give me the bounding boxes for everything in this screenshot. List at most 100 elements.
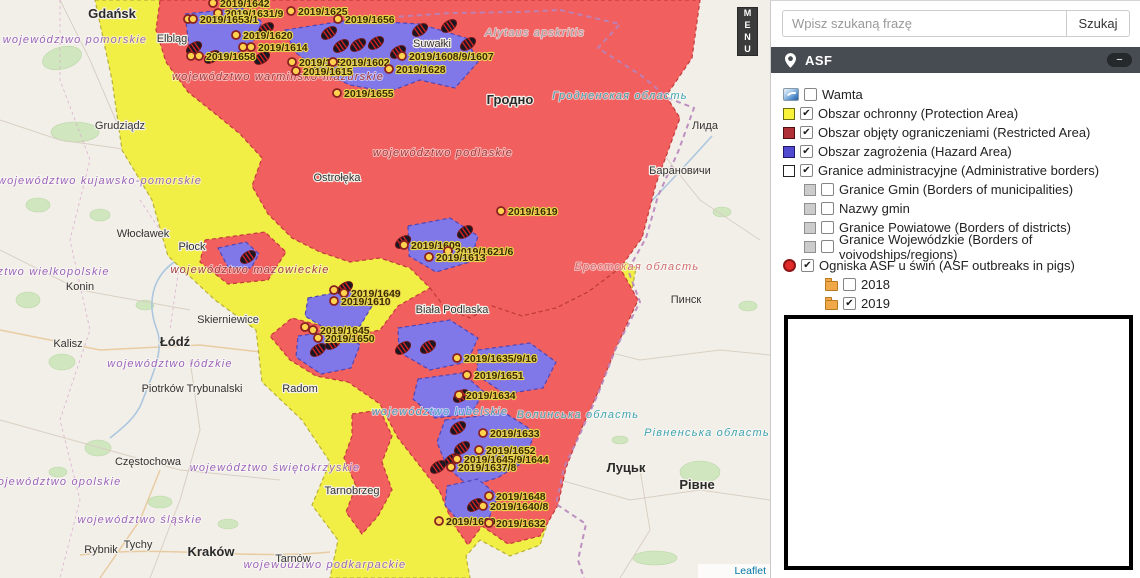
outbreak-marker[interactable]	[288, 58, 296, 66]
region-label: Alytaus apskritis	[484, 27, 585, 39]
layer-checkbox-9[interactable]: ✔	[801, 259, 814, 272]
layer-label: 2018	[861, 277, 890, 292]
outbreak-marker[interactable]	[195, 52, 203, 60]
layer-label: Granice administracyjne (Administrative …	[818, 163, 1099, 178]
outbreak-marker[interactable]	[479, 429, 487, 437]
city-label: Włocławek	[117, 228, 170, 240]
layer-row-11[interactable]: ✔ 2019	[771, 294, 1140, 313]
region-label: województwo podkarpackie	[244, 559, 407, 571]
city-label: Łódź	[160, 334, 191, 349]
layer-label: Obszar ochronny (Protection Area)	[818, 106, 1018, 121]
outbreak-marker[interactable]	[334, 15, 342, 23]
layer-checkbox-5[interactable]	[821, 183, 834, 196]
outbreak-dot[interactable]	[239, 43, 247, 51]
outbreak-marker[interactable]	[485, 519, 493, 527]
outbreak-marker[interactable]	[329, 58, 337, 66]
outbreak-marker[interactable]	[309, 326, 317, 334]
outbreak-dot[interactable]	[187, 52, 195, 60]
layer-checkbox-8[interactable]	[821, 240, 834, 253]
menu-tab[interactable]: MENU	[737, 7, 758, 56]
outbreak-marker[interactable]	[247, 43, 255, 51]
outbreak-label: 2019/1615	[303, 66, 353, 78]
outbreak-label: 2019/1614	[258, 42, 308, 54]
outbreak-label: 2019/1632	[496, 518, 546, 530]
layer-label: 2019	[861, 296, 890, 311]
layer-checkbox-3[interactable]: ✔	[800, 145, 813, 158]
city-label: Пинск	[671, 294, 702, 306]
layer-list: Wamta✔Obszar ochronny (Protection Area)✔…	[771, 85, 1140, 313]
outbreak-marker[interactable]	[479, 502, 487, 510]
panel-title: ASF	[805, 53, 833, 68]
outbreak-marker[interactable]	[475, 446, 483, 454]
sidebar: Szukaj ASF − Wamta ✔ Obszar ochronny (Prot…	[770, 0, 1140, 578]
layer-row-3[interactable]: ✔Obszar zagrożenia (Hazard Area)	[771, 142, 1140, 161]
city-label: Рівне	[679, 477, 714, 492]
outbreak-marker[interactable]	[400, 241, 408, 249]
region-label: województwo wielkopolskie	[0, 266, 110, 278]
layer-label: Wamta	[822, 87, 863, 102]
search-button[interactable]: Szukaj	[1066, 10, 1130, 37]
layer-checkbox-7[interactable]	[821, 221, 834, 234]
outbreak-marker[interactable]	[453, 354, 461, 362]
layer-row-1[interactable]: ✔ Obszar ochronny (Protection Area)	[771, 104, 1140, 123]
outbreak-label: 2019/1658	[206, 51, 256, 63]
outbreak-dot[interactable]	[301, 323, 309, 331]
sq-gray-icon	[804, 184, 816, 196]
outbreak-marker[interactable]	[497, 207, 505, 215]
layer-row-6[interactable]: Nazwy gmin	[771, 199, 1140, 218]
region-label: województwo łódzkie	[107, 358, 233, 370]
city-label: Rybnik	[84, 544, 118, 556]
outbreak-marker[interactable]	[333, 89, 341, 97]
sq-yellow-icon	[783, 108, 795, 120]
outbreak-marker[interactable]	[314, 334, 322, 342]
region-label: województwo lubelskie	[372, 406, 508, 418]
outbreak-marker[interactable]	[292, 67, 300, 75]
city-label: Kraków	[188, 544, 236, 559]
layer-row-8[interactable]: Granice Wojewódzkie (Borders of voivodsh…	[771, 237, 1140, 256]
layer-checkbox-10[interactable]	[843, 278, 856, 291]
sq-red-icon	[783, 127, 795, 139]
outbreak-label: 2019/1620	[243, 30, 293, 42]
outbreak-marker[interactable]	[425, 253, 433, 261]
layer-checkbox-1[interactable]: ✔	[800, 107, 813, 120]
map-canvas[interactable]: województwo pomorskiewojewództwo warmińs…	[0, 0, 770, 578]
layer-checkbox-11[interactable]: ✔	[843, 297, 856, 310]
map-area[interactable]: województwo pomorskiewojewództwo warmińs…	[0, 0, 770, 578]
layer-row-0[interactable]: Wamta	[771, 85, 1140, 104]
outbreak-marker[interactable]	[398, 52, 406, 60]
outbreak-marker[interactable]	[287, 7, 295, 15]
outbreak-dot[interactable]	[330, 286, 338, 294]
outbreak-marker[interactable]	[385, 65, 393, 73]
outbreak-marker[interactable]	[330, 297, 338, 305]
layer-checkbox-0[interactable]	[804, 88, 817, 101]
outbreak-marker[interactable]	[435, 517, 443, 525]
outbreak-label: 2019/1628	[396, 64, 446, 76]
outbreak-marker[interactable]	[463, 371, 471, 379]
annotation-box	[784, 315, 1133, 570]
map-pin-icon	[785, 53, 796, 68]
leaflet-attribution[interactable]: Leaflet	[698, 564, 770, 578]
layer-checkbox-6[interactable]	[821, 202, 834, 215]
search-input[interactable]	[782, 10, 1066, 37]
layer-row-2[interactable]: ✔Obszar objęty ograniczeniami (Restricte…	[771, 123, 1140, 142]
outbreak-marker[interactable]	[455, 391, 463, 399]
region-label: województwo śląskie	[78, 514, 203, 526]
layer-row-4[interactable]: ✔ Granice administracyjne (Administrative…	[771, 161, 1140, 180]
layer-row-10[interactable]: 2018	[771, 275, 1140, 294]
layer-checkbox-4[interactable]: ✔	[800, 164, 813, 177]
city-label: Tarnobrzeg	[324, 485, 379, 497]
outbreak-marker[interactable]	[209, 0, 217, 7]
outbreak-marker[interactable]	[447, 463, 455, 471]
city-label: Барановичи	[649, 165, 711, 177]
collapse-button[interactable]: −	[1107, 53, 1132, 67]
outbreak-marker[interactable]	[232, 31, 240, 39]
outbreak-label: 2019/1633	[490, 428, 540, 440]
outbreak-marker[interactable]	[189, 15, 197, 23]
asf-panel-header[interactable]: ASF −	[771, 47, 1140, 73]
outbreak-label: 2019/1655	[344, 88, 394, 100]
layer-checkbox-2[interactable]: ✔	[800, 126, 813, 139]
layer-row-5[interactable]: Granice Gmin (Borders of municipalities)	[771, 180, 1140, 199]
outbreak-marker[interactable]	[485, 492, 493, 500]
outbreak-label: 2019/1610	[341, 296, 391, 308]
wamta-icon	[783, 88, 799, 101]
